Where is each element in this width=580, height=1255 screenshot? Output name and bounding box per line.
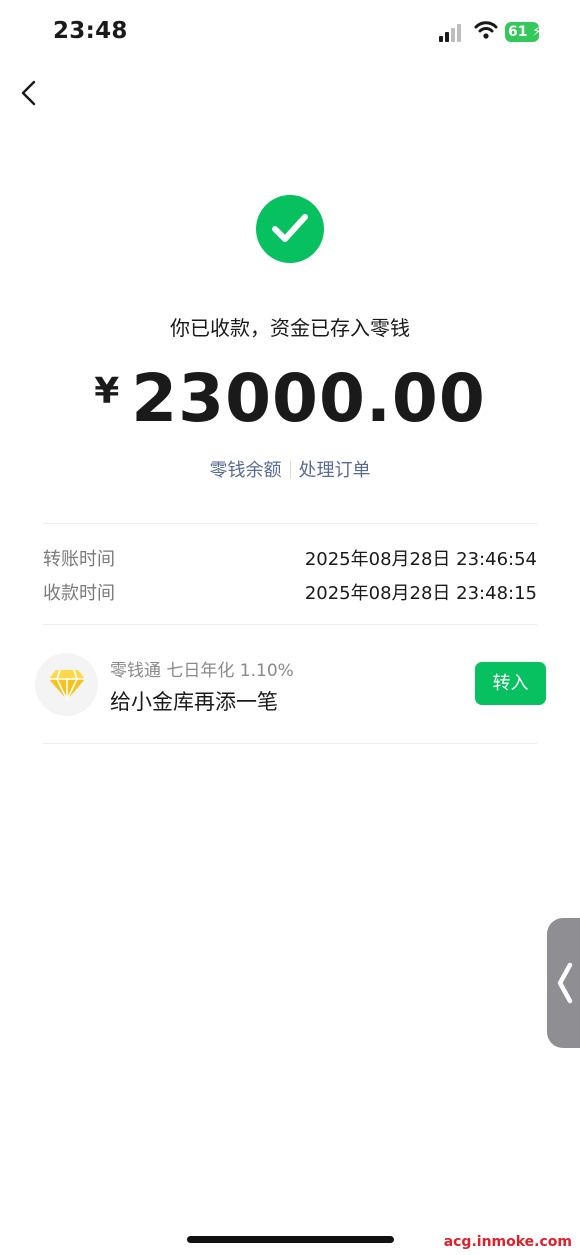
detail-row-receive-time: 收款时间 2025年08月28日 23:48:15 xyxy=(43,579,537,604)
balance-link[interactable]: 零钱余额 xyxy=(210,460,282,481)
diamond-icon xyxy=(35,653,98,716)
process-order-link[interactable]: 处理订单 xyxy=(299,460,371,481)
received-amount: 23000.00 xyxy=(131,360,486,437)
promo-title: 给小金库再添一笔 xyxy=(110,690,278,714)
detail-value: 2025年08月28日 23:46:54 xyxy=(304,549,537,570)
chevron-left-icon xyxy=(557,962,573,1004)
detail-label: 转账时间 xyxy=(43,549,115,570)
check-circle-icon xyxy=(256,195,324,263)
amount-row: ¥23000.00 xyxy=(0,360,580,437)
transfer-in-button[interactable]: 转入 xyxy=(475,662,546,705)
detail-value: 2025年08月28日 23:48:15 xyxy=(304,583,537,604)
detail-row-transfer-time: 转账时间 2025年08月28日 23:46:54 xyxy=(43,545,537,570)
divider xyxy=(43,743,537,744)
charging-bolt-icon: ⚡ xyxy=(532,24,542,40)
promo-subtitle: 零钱通 七日年化 1.10% xyxy=(110,661,294,681)
detail-label: 收款时间 xyxy=(43,583,115,604)
status-time: 23:48 xyxy=(53,18,128,44)
home-indicator xyxy=(187,1236,394,1243)
signal-icon xyxy=(439,24,465,42)
battery-level: 61 xyxy=(508,24,528,40)
link-separator xyxy=(289,461,291,479)
back-button[interactable] xyxy=(14,76,46,112)
watermark: acg.inmoke.com xyxy=(443,1234,572,1250)
chevron-left-icon xyxy=(21,80,36,106)
currency-symbol: ¥ xyxy=(94,371,120,412)
status-bar: 23:48 61 ⚡ xyxy=(0,0,580,64)
divider xyxy=(43,523,537,524)
action-links: 零钱余额 处理订单 xyxy=(0,456,580,482)
side-drawer-handle[interactable] xyxy=(547,918,580,1048)
wifi-icon xyxy=(474,20,498,40)
divider xyxy=(43,624,537,625)
receipt-headline: 你已收款，资金已存入零钱 xyxy=(170,316,410,340)
